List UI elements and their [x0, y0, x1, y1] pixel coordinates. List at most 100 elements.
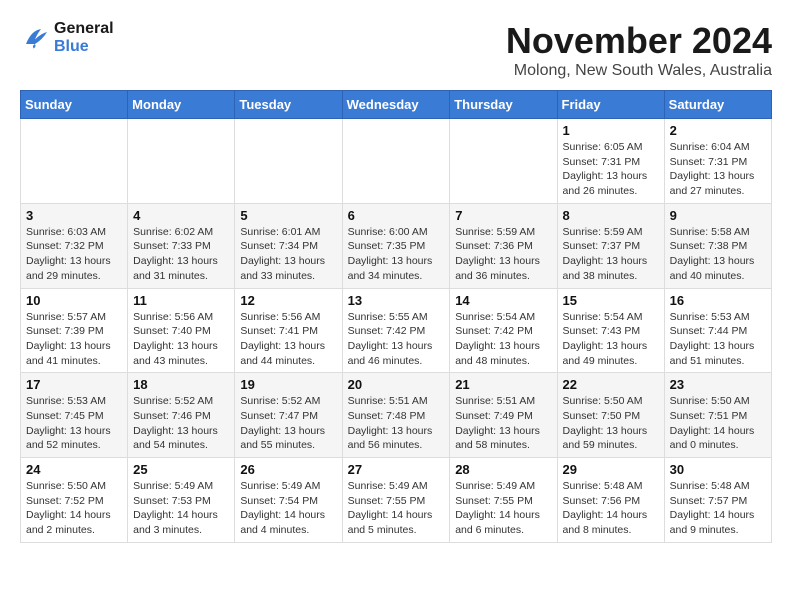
calendar-cell: 6 Sunrise: 6:00 AM Sunset: 7:35 PM Daylig… [342, 203, 450, 288]
calendar-weekday-header: Thursday [450, 91, 557, 119]
day-number: 7 [455, 208, 551, 223]
day-number: 12 [240, 293, 336, 308]
calendar-cell: 23 Sunrise: 5:50 AM Sunset: 7:51 PM Dayli… [664, 373, 771, 458]
day-info: Sunrise: 5:55 AM Sunset: 7:42 PM Dayligh… [348, 310, 445, 369]
day-number: 30 [670, 462, 766, 477]
day-info: Sunrise: 5:49 AM Sunset: 7:55 PM Dayligh… [455, 479, 551, 538]
day-number: 14 [455, 293, 551, 308]
day-info: Sunrise: 6:03 AM Sunset: 7:32 PM Dayligh… [26, 225, 122, 284]
calendar-cell: 14 Sunrise: 5:54 AM Sunset: 7:42 PM Dayli… [450, 288, 557, 373]
calendar-cell: 11Sunrise: 5:56 AM Sunset: 7:40 PM Dayli… [128, 288, 235, 373]
calendar-cell: 21 Sunrise: 5:51 AM Sunset: 7:49 PM Dayli… [450, 373, 557, 458]
calendar-cell: 12 Sunrise: 5:56 AM Sunset: 7:41 PM Dayli… [235, 288, 342, 373]
day-number: 16 [670, 293, 766, 308]
title-block: November 2024 Molong, New South Wales, A… [506, 20, 772, 80]
day-info: Sunrise: 5:52 AM Sunset: 7:46 PM Dayligh… [133, 394, 229, 453]
calendar-cell: 3 Sunrise: 6:03 AM Sunset: 7:32 PM Daylig… [21, 203, 128, 288]
day-number: 10 [26, 293, 122, 308]
day-info: Sunrise: 5:50 AM Sunset: 7:51 PM Dayligh… [670, 394, 766, 453]
day-number: 27 [348, 462, 445, 477]
calendar-cell: 20Sunrise: 5:51 AM Sunset: 7:48 PM Dayli… [342, 373, 450, 458]
day-info: Sunrise: 6:05 AM Sunset: 7:31 PM Dayligh… [563, 140, 659, 199]
logo-icon [20, 23, 50, 53]
calendar-cell [450, 119, 557, 204]
calendar-cell: 15 Sunrise: 5:54 AM Sunset: 7:43 PM Dayli… [557, 288, 664, 373]
day-info: Sunrise: 5:59 AM Sunset: 7:36 PM Dayligh… [455, 225, 551, 284]
day-info: Sunrise: 5:51 AM Sunset: 7:49 PM Dayligh… [455, 394, 551, 453]
day-number: 19 [240, 377, 336, 392]
location: Molong, New South Wales, Australia [506, 62, 772, 80]
day-info: Sunrise: 5:49 AM Sunset: 7:53 PM Dayligh… [133, 479, 229, 538]
day-number: 17 [26, 377, 122, 392]
calendar-weekday-header: Tuesday [235, 91, 342, 119]
day-number: 29 [563, 462, 659, 477]
day-number: 20 [348, 377, 445, 392]
month-title: November 2024 [506, 20, 772, 62]
day-info: Sunrise: 5:53 AM Sunset: 7:45 PM Dayligh… [26, 394, 122, 453]
day-info: Sunrise: 5:52 AM Sunset: 7:47 PM Dayligh… [240, 394, 336, 453]
calendar-weekday-header: Saturday [664, 91, 771, 119]
calendar-cell: 18 Sunrise: 5:52 AM Sunset: 7:46 PM Dayli… [128, 373, 235, 458]
day-info: Sunrise: 5:50 AM Sunset: 7:50 PM Dayligh… [563, 394, 659, 453]
calendar-cell: 17 Sunrise: 5:53 AM Sunset: 7:45 PM Dayli… [21, 373, 128, 458]
calendar-week-row: 3 Sunrise: 6:03 AM Sunset: 7:32 PM Daylig… [21, 203, 772, 288]
day-number: 22 [563, 377, 659, 392]
logo: General Blue [20, 20, 114, 56]
calendar-cell: 24 Sunrise: 5:50 AM Sunset: 7:52 PM Dayli… [21, 458, 128, 543]
day-info: Sunrise: 5:54 AM Sunset: 7:43 PM Dayligh… [563, 310, 659, 369]
day-info: Sunrise: 5:49 AM Sunset: 7:55 PM Dayligh… [348, 479, 445, 538]
calendar-cell: 16 Sunrise: 5:53 AM Sunset: 7:44 PM Dayli… [664, 288, 771, 373]
day-info: Sunrise: 5:58 AM Sunset: 7:38 PM Dayligh… [670, 225, 766, 284]
calendar-cell: 26 Sunrise: 5:49 AM Sunset: 7:54 PM Dayli… [235, 458, 342, 543]
calendar-week-row: 1 Sunrise: 6:05 AM Sunset: 7:31 PM Daylig… [21, 119, 772, 204]
day-number: 2 [670, 123, 766, 138]
calendar-week-row: 24 Sunrise: 5:50 AM Sunset: 7:52 PM Dayli… [21, 458, 772, 543]
calendar-weekday-header: Wednesday [342, 91, 450, 119]
day-info: Sunrise: 5:56 AM Sunset: 7:41 PM Dayligh… [240, 310, 336, 369]
calendar-week-row: 10Sunrise: 5:57 AM Sunset: 7:39 PM Dayli… [21, 288, 772, 373]
calendar-cell: 25 Sunrise: 5:49 AM Sunset: 7:53 PM Dayli… [128, 458, 235, 543]
calendar-cell: 29 Sunrise: 5:48 AM Sunset: 7:56 PM Dayli… [557, 458, 664, 543]
day-number: 25 [133, 462, 229, 477]
calendar-cell: 8Sunrise: 5:59 AM Sunset: 7:37 PM Daylig… [557, 203, 664, 288]
day-info: Sunrise: 5:49 AM Sunset: 7:54 PM Dayligh… [240, 479, 336, 538]
day-number: 21 [455, 377, 551, 392]
day-info: Sunrise: 5:54 AM Sunset: 7:42 PM Dayligh… [455, 310, 551, 369]
day-number: 24 [26, 462, 122, 477]
day-number: 4 [133, 208, 229, 223]
day-number: 3 [26, 208, 122, 223]
day-info: Sunrise: 5:53 AM Sunset: 7:44 PM Dayligh… [670, 310, 766, 369]
calendar-cell: 1 Sunrise: 6:05 AM Sunset: 7:31 PM Daylig… [557, 119, 664, 204]
day-info: Sunrise: 6:01 AM Sunset: 7:34 PM Dayligh… [240, 225, 336, 284]
day-info: Sunrise: 5:59 AM Sunset: 7:37 PM Dayligh… [563, 225, 659, 284]
day-number: 5 [240, 208, 336, 223]
calendar-cell: 19 Sunrise: 5:52 AM Sunset: 7:47 PM Dayli… [235, 373, 342, 458]
calendar-cell: 27 Sunrise: 5:49 AM Sunset: 7:55 PM Dayli… [342, 458, 450, 543]
day-number: 15 [563, 293, 659, 308]
calendar-cell: 7 Sunrise: 5:59 AM Sunset: 7:36 PM Daylig… [450, 203, 557, 288]
day-info: Sunrise: 5:48 AM Sunset: 7:56 PM Dayligh… [563, 479, 659, 538]
calendar-cell: 9Sunrise: 5:58 AM Sunset: 7:38 PM Daylig… [664, 203, 771, 288]
day-info: Sunrise: 6:04 AM Sunset: 7:31 PM Dayligh… [670, 140, 766, 199]
calendar-cell: 4 Sunrise: 6:02 AM Sunset: 7:33 PM Daylig… [128, 203, 235, 288]
calendar-cell [235, 119, 342, 204]
logo-text: General Blue [54, 20, 114, 56]
day-info: Sunrise: 6:00 AM Sunset: 7:35 PM Dayligh… [348, 225, 445, 284]
calendar-table: SundayMondayTuesdayWednesdayThursdayFrid… [20, 90, 772, 543]
day-number: 13 [348, 293, 445, 308]
day-number: 18 [133, 377, 229, 392]
calendar-cell: 10Sunrise: 5:57 AM Sunset: 7:39 PM Dayli… [21, 288, 128, 373]
day-info: Sunrise: 6:02 AM Sunset: 7:33 PM Dayligh… [133, 225, 229, 284]
day-number: 6 [348, 208, 445, 223]
calendar-weekday-header: Sunday [21, 91, 128, 119]
day-number: 1 [563, 123, 659, 138]
calendar-cell: 22 Sunrise: 5:50 AM Sunset: 7:50 PM Dayli… [557, 373, 664, 458]
calendar-cell [128, 119, 235, 204]
day-number: 26 [240, 462, 336, 477]
calendar-cell: 13 Sunrise: 5:55 AM Sunset: 7:42 PM Dayli… [342, 288, 450, 373]
day-info: Sunrise: 5:56 AM Sunset: 7:40 PM Dayligh… [133, 310, 229, 369]
day-info: Sunrise: 5:50 AM Sunset: 7:52 PM Dayligh… [26, 479, 122, 538]
calendar-cell [21, 119, 128, 204]
calendar-weekday-header: Friday [557, 91, 664, 119]
day-number: 23 [670, 377, 766, 392]
